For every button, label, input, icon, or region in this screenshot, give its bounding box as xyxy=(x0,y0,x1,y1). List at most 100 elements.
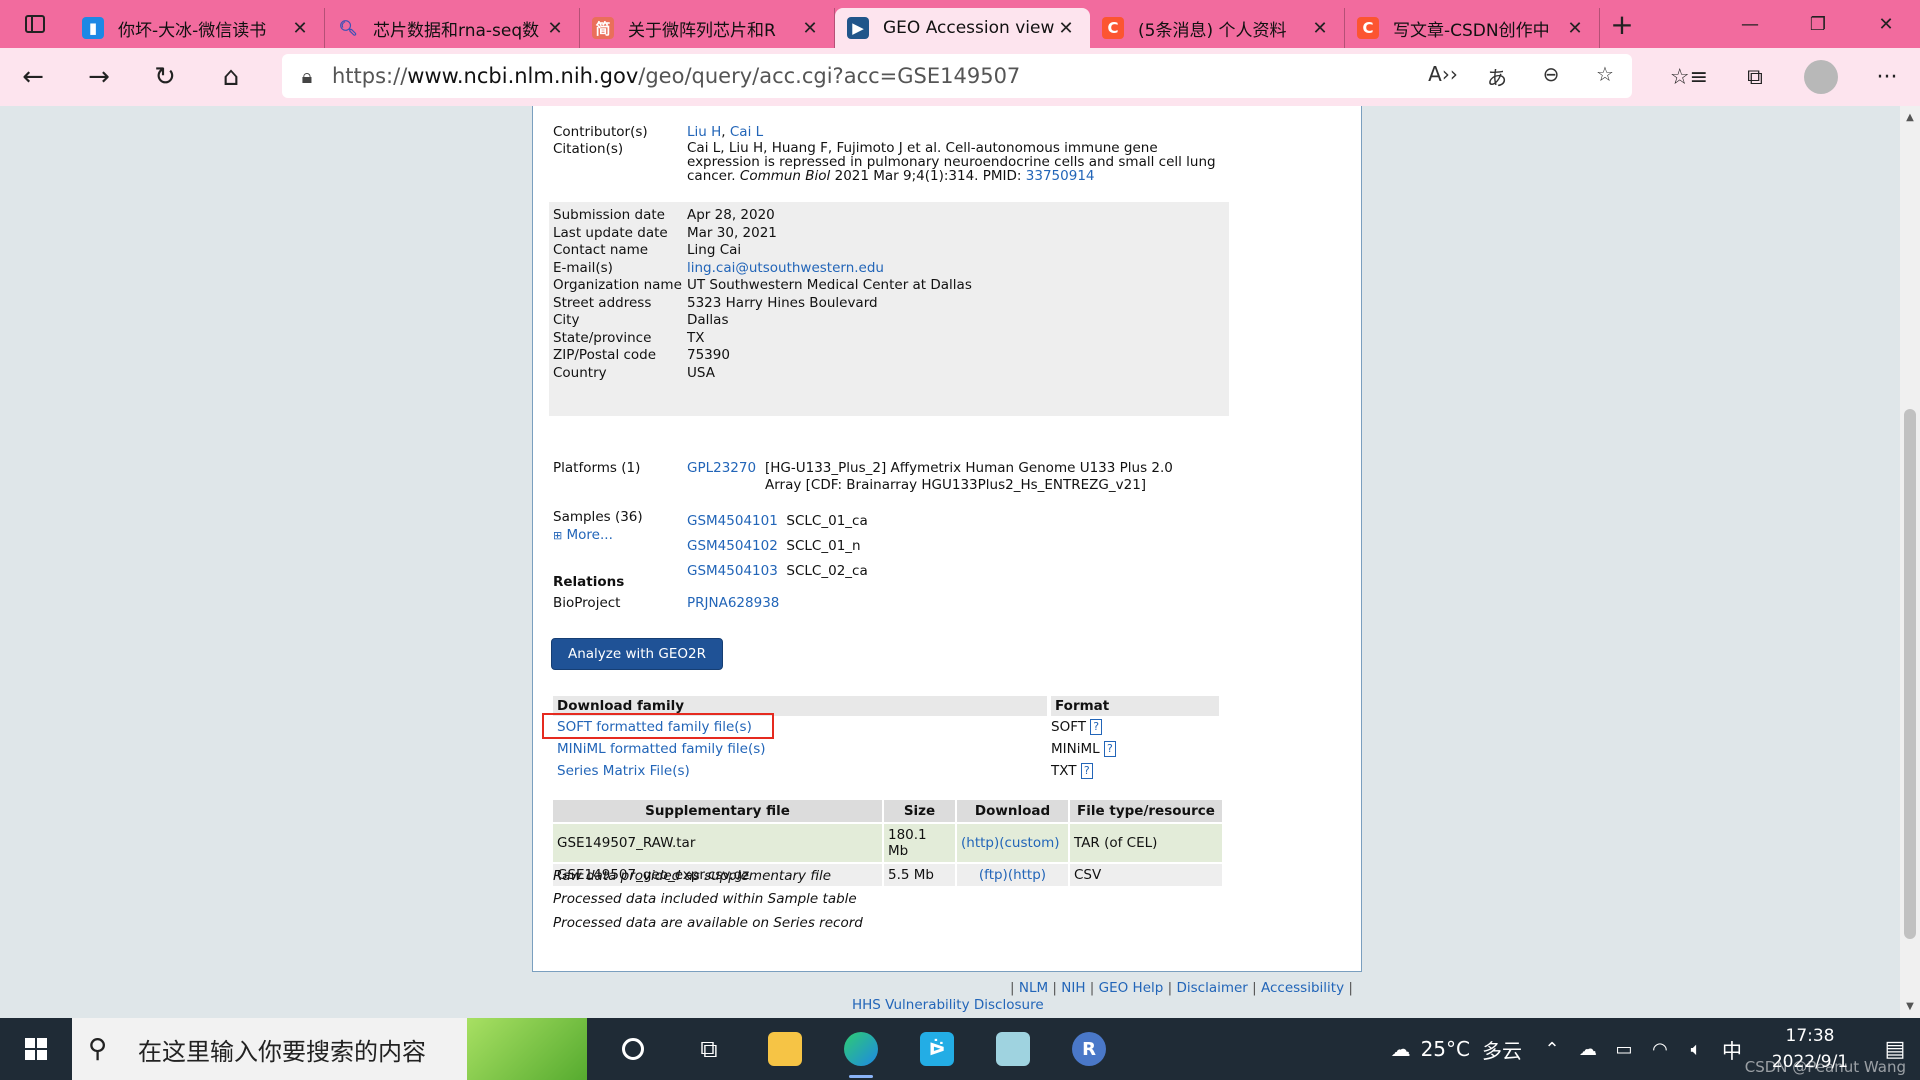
weather-icon[interactable]: ☁ xyxy=(1391,1037,1411,1061)
tab-2[interactable]: 简 关于微阵列芯片和R ✕ xyxy=(580,8,835,48)
translate-icon[interactable]: あ xyxy=(1470,62,1524,91)
new-tab-button[interactable]: + xyxy=(1600,8,1644,41)
chevron-up-icon[interactable]: ⌃ xyxy=(1534,1039,1570,1060)
sample-link[interactable]: GSM4504103 xyxy=(687,563,778,579)
vertical-scrollbar[interactable]: ▲ ▼ xyxy=(1900,106,1920,1018)
analyze-geo2r-button[interactable]: Analyze with GEO2R xyxy=(551,638,723,670)
forward-button[interactable]: → xyxy=(66,48,132,106)
contributors-label: Contributor(s) xyxy=(553,124,648,140)
series-matrix-link[interactable]: Series Matrix File(s) xyxy=(557,763,1051,779)
scroll-down-arrow[interactable]: ▼ xyxy=(1900,1001,1920,1012)
battery-icon[interactable]: ▭ xyxy=(1606,1039,1642,1060)
cortana-button[interactable] xyxy=(595,1018,671,1080)
cortana-icon xyxy=(622,1038,644,1060)
tab-actions-button[interactable] xyxy=(0,0,70,48)
taskbar-search[interactable]: ⚲ 在这里输入你要搜索的内容 xyxy=(72,1018,587,1080)
scrollbar-thumb[interactable] xyxy=(1904,409,1916,939)
start-button[interactable] xyxy=(0,1018,72,1080)
bioproject-link[interactable]: PRJNA628938 xyxy=(687,595,779,611)
bilibili-button[interactable]: ᐖ xyxy=(899,1018,975,1080)
window-controls: — ❐ ✕ xyxy=(1716,0,1920,48)
zoom-out-icon[interactable]: ⊖ xyxy=(1524,62,1578,91)
close-tab-icon[interactable]: ✕ xyxy=(543,18,567,39)
footer-link[interactable]: NLM xyxy=(1019,980,1048,996)
footer-link[interactable]: GEO Help xyxy=(1099,980,1164,996)
geo-record-panel: Contributor(s) Liu H, Cai L Citation(s) … xyxy=(532,106,1362,972)
volume-icon[interactable]: 🔈︎ xyxy=(1678,1039,1714,1060)
bilibili-icon: ᐖ xyxy=(920,1032,954,1066)
sample-link[interactable]: GSM4504101 xyxy=(687,513,778,529)
info-label: State/province xyxy=(553,329,652,346)
format-label: TXT xyxy=(1051,763,1077,779)
info-label: Organization name xyxy=(553,277,682,293)
read-aloud-icon[interactable]: A›› xyxy=(1416,62,1470,91)
pmid-link[interactable]: 33750914 xyxy=(1026,168,1095,184)
collections-icon[interactable]: ⧉ xyxy=(1722,65,1788,90)
help-icon[interactable]: ? xyxy=(1103,741,1116,757)
notes-app-button[interactable] xyxy=(975,1018,1051,1080)
favorites-icon[interactable]: ☆≡ xyxy=(1656,65,1722,90)
search-icon: 🔍︎ xyxy=(338,19,358,37)
scroll-up-arrow[interactable]: ▲ xyxy=(1900,112,1920,123)
footer-link[interactable]: HHS Vulnerability Disclosure xyxy=(852,997,1044,1013)
file-explorer-button[interactable] xyxy=(747,1018,823,1080)
home-button[interactable]: ⌂ xyxy=(198,48,264,106)
close-window-button[interactable]: ✕ xyxy=(1852,0,1920,48)
weather-desc[interactable]: 多云 xyxy=(1482,1035,1522,1064)
clock-time: 17:38 xyxy=(1785,1026,1835,1046)
download-link[interactable]: (ftp)(http) xyxy=(979,867,1046,883)
weather-temp[interactable]: 25°C xyxy=(1421,1037,1470,1061)
help-icon[interactable]: ? xyxy=(1090,719,1103,735)
close-tab-icon[interactable]: ✕ xyxy=(1308,18,1332,39)
platform-link[interactable]: GPL23270 xyxy=(687,460,756,476)
info-row: Last update date Mar 30, 2021 xyxy=(553,225,1227,241)
bioproject-row: BioProject PRJNA628938 xyxy=(553,595,779,611)
help-icon[interactable]: ? xyxy=(1080,763,1093,779)
tab-actions-icon xyxy=(25,15,45,33)
tab-title: 写文章-CSDN创作中 xyxy=(1393,20,1550,41)
back-button[interactable]: ← xyxy=(0,48,66,106)
relations-heading: Relations xyxy=(553,574,625,590)
info-label: City xyxy=(553,312,580,328)
url-text[interactable]: https://www.ncbi.nlm.nih.gov/geo/query/a… xyxy=(332,64,1416,88)
close-tab-icon[interactable]: ✕ xyxy=(1563,18,1587,39)
tab-3[interactable]: ▶ GEO Accession viewer ✕ xyxy=(835,8,1090,48)
lock-icon[interactable]: 🔒︎ xyxy=(282,64,332,88)
miniml-family-link[interactable]: MINiML formatted family file(s) xyxy=(557,741,1051,757)
search-highlight-image xyxy=(467,1018,587,1080)
onedrive-icon[interactable]: ☁ xyxy=(1570,1039,1606,1060)
tab-1[interactable]: 🔍︎ 芯片数据和rna-seq数 ✕ xyxy=(325,8,580,48)
jianshu-icon: 简 xyxy=(592,17,614,39)
note-text: Raw data provided as supplementary file xyxy=(553,868,832,884)
close-tab-icon[interactable]: ✕ xyxy=(288,18,312,39)
tab-4[interactable]: C (5条消息) 个人资料 ✕ xyxy=(1090,8,1345,48)
footer-link[interactable]: Disclaimer xyxy=(1176,980,1247,996)
search-placeholder: 在这里输入你要搜索的内容 xyxy=(138,1037,426,1066)
refresh-button[interactable]: ↻ xyxy=(132,48,198,106)
more-samples-link[interactable]: More... xyxy=(567,527,613,543)
sample-link[interactable]: GSM4504102 xyxy=(687,538,778,554)
wifi-icon[interactable]: ◠ xyxy=(1642,1039,1678,1060)
contributor-link[interactable]: Cai L xyxy=(730,124,763,140)
r-app-button[interactable]: R xyxy=(1051,1018,1127,1080)
close-tab-icon[interactable]: ✕ xyxy=(798,18,822,39)
expand-icon[interactable]: ⊞ xyxy=(553,529,562,542)
address-bar[interactable]: 🔒︎ https://www.ncbi.nlm.nih.gov/geo/quer… xyxy=(282,54,1632,98)
note-text: Processed data included within Sample ta… xyxy=(553,891,857,907)
email-link[interactable]: ling.cai@utsouthwestern.edu xyxy=(687,260,884,276)
format-label: SOFT xyxy=(1051,719,1086,735)
download-link[interactable]: (http)(custom) xyxy=(961,835,1060,851)
tab-0[interactable]: ▮ 你坏-大冰-微信读书 ✕ xyxy=(70,8,325,48)
task-view-button[interactable]: ⧉ xyxy=(671,1018,747,1080)
profile-avatar[interactable] xyxy=(1804,60,1838,94)
add-favorite-icon[interactable]: ☆ xyxy=(1578,62,1632,91)
minimize-button[interactable]: — xyxy=(1716,0,1784,48)
more-menu-icon[interactable]: ··· xyxy=(1854,65,1920,90)
tab-5[interactable]: C 写文章-CSDN创作中 ✕ xyxy=(1345,8,1600,48)
footer-link[interactable]: Accessibility xyxy=(1261,980,1344,996)
restore-button[interactable]: ❐ xyxy=(1784,0,1852,48)
edge-button[interactable] xyxy=(823,1018,899,1080)
close-tab-icon[interactable]: ✕ xyxy=(1054,18,1078,39)
contributor-link[interactable]: Liu H xyxy=(687,124,721,140)
footer-link[interactable]: NIH xyxy=(1061,980,1085,996)
